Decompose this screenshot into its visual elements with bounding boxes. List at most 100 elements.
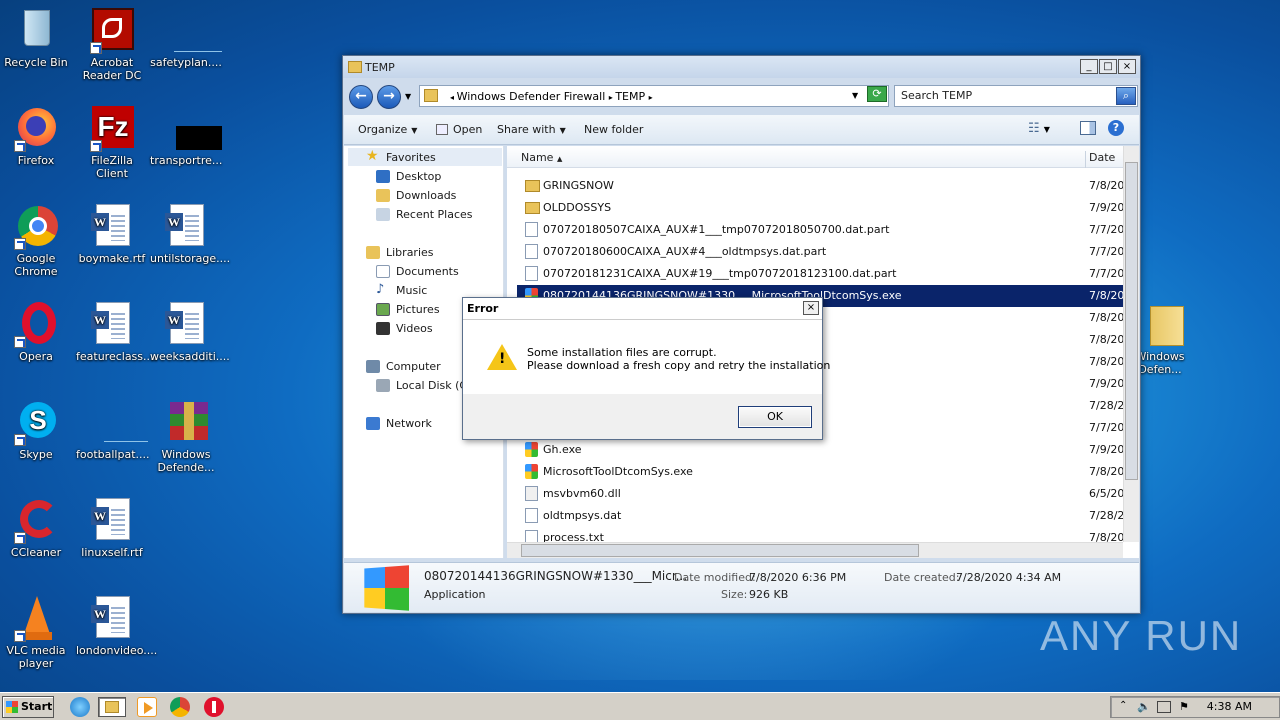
file-row[interactable]: GRINGSNOW 7/8/20 (517, 175, 1123, 197)
nav-recent-places[interactable]: Recent Places (376, 208, 473, 221)
open-button[interactable]: Open (436, 123, 482, 136)
show-hidden-icons[interactable]: ⌃ (1119, 700, 1127, 711)
refresh-icon[interactable]: ⟳ (867, 86, 887, 102)
address-dropdown[interactable]: ▼ (852, 91, 858, 100)
clock[interactable]: 4:38 AM (1207, 700, 1252, 713)
nav-documents[interactable]: Documents (376, 265, 459, 278)
nav-computer[interactable]: Computer (366, 360, 441, 373)
file-name: 070720180600CAIXA_AUX#4___oldtmpsys.dat.… (543, 245, 827, 258)
desktop-icon (376, 170, 390, 183)
desktop-icon-vlc[interactable]: VLC media player (0, 594, 74, 670)
help-icon[interactable]: ? (1108, 120, 1124, 136)
share-with-button[interactable]: Share with ▼ (497, 123, 566, 136)
desktop-icon-londonvideo[interactable]: W londonvideo.... (74, 594, 157, 657)
close-button[interactable]: × (1118, 59, 1136, 74)
file-row[interactable]: Gh.exe 7/9/20 (517, 439, 1123, 461)
dialog-close-button[interactable]: × (803, 301, 819, 315)
blank-file-icon (162, 6, 222, 54)
file-row[interactable]: 070720180507CAIXA_AUX#1___tmp07072018050… (517, 219, 1123, 241)
nav-favorites[interactable]: ★ Favorites (366, 148, 436, 164)
forward-button[interactable]: → (377, 85, 401, 109)
breadcrumb-temp[interactable]: TEMP (615, 90, 645, 103)
search-box[interactable]: ⌕ (894, 85, 1138, 107)
desktop-icon-filezilla[interactable]: Fz FileZilla Client (74, 104, 150, 180)
network-tray-icon[interactable] (1157, 701, 1171, 713)
nav-videos[interactable]: Videos (376, 322, 433, 335)
file-row[interactable]: MicrosoftToolDtcomSys.exe 7/8/20 (517, 461, 1123, 483)
maximize-button[interactable]: □ (1099, 59, 1117, 74)
desktop-icon-untilstorage[interactable]: W untilstorage.... (148, 202, 230, 265)
file-row[interactable]: OLDDOSSYS 7/9/20 (517, 197, 1123, 219)
search-icon[interactable]: ⌕ (1116, 87, 1136, 105)
dialog-title: Error (467, 302, 499, 315)
file-row[interactable]: msvbvm60.dll 6/5/20 (517, 483, 1123, 505)
desktop-icon-boymake[interactable]: W boymake.rtf (74, 202, 150, 265)
nav-network[interactable]: Network (366, 417, 432, 430)
nav-downloads[interactable]: Downloads (376, 189, 456, 202)
title-bar[interactable]: TEMP _ □ × (343, 56, 1140, 78)
file-name: OLDDOSSYS (543, 201, 612, 214)
details-modified: 7/8/2020 6:36 PM (749, 571, 847, 584)
nav-music[interactable]: ♪ Music (376, 282, 427, 297)
breadcrumb-windows-defender-firewall[interactable]: Windows Defender Firewall (457, 90, 606, 103)
horizontal-scrollbar[interactable] (507, 542, 1123, 558)
vlc-icon (12, 594, 60, 642)
vertical-scrollbar[interactable] (1123, 146, 1139, 542)
minimize-button[interactable]: _ (1080, 59, 1098, 74)
dll-file-icon (525, 486, 538, 501)
file-date: 7/8/20 (1089, 289, 1123, 302)
column-date-modified[interactable]: Date m (1085, 151, 1125, 168)
firefox-icon (12, 104, 60, 152)
file-row[interactable]: oldtmpsys.dat 7/28/2 (517, 505, 1123, 527)
desktop-icon-safetyplan[interactable]: safetyplan.... (148, 6, 224, 69)
chrome-taskbar-icon[interactable] (170, 697, 190, 717)
desktop-icon-acrobat[interactable]: Acrobat Reader DC (74, 6, 150, 82)
desktop-icon-ccleaner[interactable]: CCleaner (0, 496, 74, 559)
blank-file-icon (88, 398, 148, 446)
search-input[interactable] (901, 89, 1101, 102)
action-center-icon[interactable]: ⚑ (1179, 700, 1189, 713)
desktop-icon-footballpat[interactable]: footballpat.... (74, 398, 150, 461)
desktop-icon-weeksadditi[interactable]: W weeksadditi.... (148, 300, 230, 363)
file-date: 7/7/20 (1089, 421, 1123, 434)
new-folder-button[interactable]: New folder (584, 123, 643, 136)
details-filename: 080720144136GRINGSNOW#1330___Micr... (424, 569, 688, 583)
speaker-icon[interactable]: 🔈 (1137, 700, 1151, 713)
file-row[interactable]: 070720181231CAIXA_AUX#19___tmp0707201812… (517, 263, 1123, 285)
error-dialog: Error × Some installation files are corr… (462, 297, 830, 440)
recent-pages-dropdown[interactable]: ▼ (405, 92, 411, 101)
desktop-icon-chrome[interactable]: Google Chrome (0, 202, 74, 278)
desktop-icon-featureclass[interactable]: W featureclass.... (74, 300, 157, 363)
desktop-icon-windows-defender-rar[interactable]: Windows Defende... (148, 398, 224, 474)
back-button[interactable]: ← (349, 85, 373, 109)
media-player-icon[interactable] (137, 697, 157, 717)
ok-button[interactable]: OK (738, 406, 812, 428)
organize-button[interactable]: Organize ▼ (358, 123, 417, 136)
column-name[interactable]: Name ▲ (521, 151, 562, 164)
desktop-icon-skype[interactable]: S Skype (0, 398, 74, 461)
ccleaner-icon (12, 496, 60, 544)
nav-desktop[interactable]: Desktop (376, 170, 441, 183)
nav-pictures[interactable]: Pictures (376, 303, 440, 316)
error-message-line1: Some installation files are corrupt. (527, 346, 717, 359)
nav-libraries[interactable]: Libraries (366, 246, 434, 259)
preview-pane-icon[interactable] (1080, 121, 1096, 135)
file-row[interactable]: 070720180600CAIXA_AUX#4___oldtmpsys.dat.… (517, 241, 1123, 263)
open-icon (436, 124, 448, 135)
desktop-icon-linuxself[interactable]: W linuxself.rtf (74, 496, 150, 559)
stop-icon[interactable] (204, 697, 224, 717)
view-options-icon[interactable]: ☷ ▼ (1028, 121, 1050, 136)
desktop-icon-opera[interactable]: Opera (0, 300, 74, 363)
start-button[interactable]: Start (2, 696, 54, 718)
internet-explorer-icon[interactable] (70, 697, 90, 717)
filezilla-icon: Fz (88, 104, 136, 152)
desktop-icon-transportre[interactable]: transportre... (148, 104, 224, 167)
explorer-taskbar-button[interactable] (98, 697, 126, 717)
dialog-title-bar[interactable]: Error × (463, 298, 822, 320)
address-bar[interactable]: ◂ Windows Defender Firewall ▸ TEMP ▸ ▼ (419, 85, 889, 107)
file-name: MicrosoftToolDtcomSys.exe (543, 465, 693, 478)
document-icon (525, 508, 538, 523)
black-file-icon (162, 104, 222, 152)
desktop-icon-recycle-bin[interactable]: Recycle Bin (0, 6, 74, 69)
desktop-icon-firefox[interactable]: Firefox (0, 104, 74, 167)
